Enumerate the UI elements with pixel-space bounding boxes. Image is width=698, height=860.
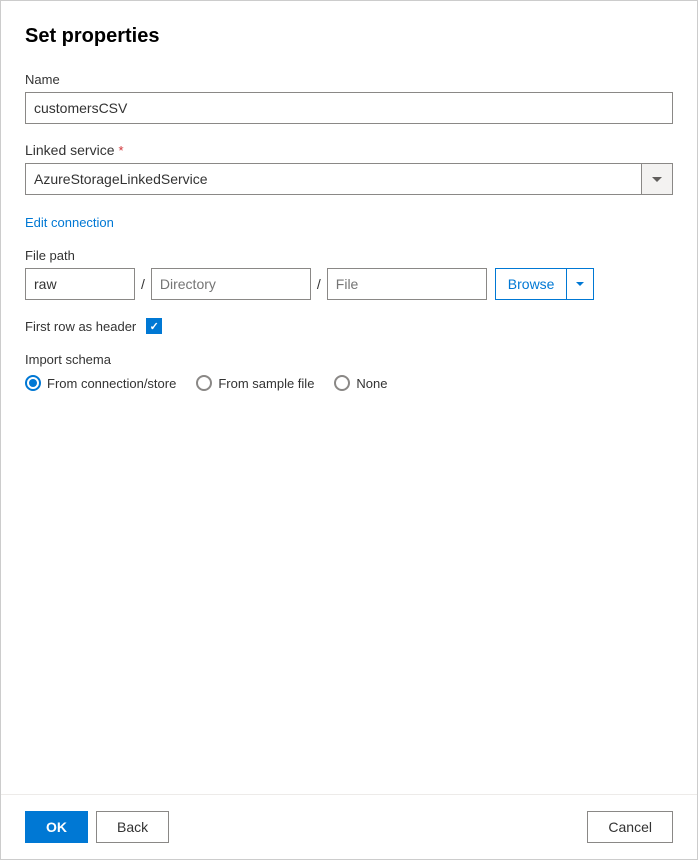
linked-service-dropdown-wrapper: AzureStorageLinkedService <box>25 163 673 195</box>
radio-none[interactable]: None <box>334 375 387 391</box>
file-path-file-input[interactable] <box>327 268 487 300</box>
import-schema-radio-group: From connection/store From sample file N… <box>25 375 673 391</box>
radio-from-connection[interactable]: From connection/store <box>25 375 176 391</box>
import-schema-label: Import schema <box>25 352 673 367</box>
import-schema-group: Import schema From connection/store From… <box>25 352 673 391</box>
browse-btn-group: Browse <box>495 268 595 300</box>
radio-from-connection-circle[interactable] <box>25 375 41 391</box>
first-row-header-label: First row as header <box>25 319 136 334</box>
footer-left: OK Back <box>25 811 169 843</box>
file-path-label: File path <box>25 248 673 263</box>
file-path-directory-input[interactable] <box>151 268 311 300</box>
dialog-body: Set properties Name Linked service * Azu… <box>1 1 697 794</box>
radio-from-sample-file-circle[interactable] <box>196 375 212 391</box>
name-field-group: Name <box>25 72 673 124</box>
set-properties-dialog: Set properties Name Linked service * Azu… <box>0 0 698 860</box>
back-button[interactable]: Back <box>96 811 169 843</box>
browse-dropdown-button[interactable] <box>566 268 594 300</box>
linked-service-field-group: Linked service * AzureStorageLinkedServi… <box>25 142 673 195</box>
browse-button[interactable]: Browse <box>495 268 567 300</box>
dialog-footer: OK Back Cancel <box>1 794 697 859</box>
radio-from-connection-label: From connection/store <box>47 376 176 391</box>
name-label: Name <box>25 72 673 87</box>
file-path-row: / / Browse <box>25 268 673 300</box>
first-row-checkbox-wrapper[interactable] <box>146 318 162 334</box>
radio-from-sample-file[interactable]: From sample file <box>196 375 314 391</box>
name-input[interactable] <box>25 92 673 124</box>
file-path-raw-input[interactable] <box>25 268 135 300</box>
radio-none-label: None <box>356 376 387 391</box>
dialog-title: Set properties <box>25 25 673 48</box>
linked-service-label: Linked service * <box>25 142 673 158</box>
required-indicator: * <box>119 143 124 158</box>
radio-from-sample-file-label: From sample file <box>218 376 314 391</box>
first-row-header-group: First row as header <box>25 318 673 334</box>
first-row-header-checkbox[interactable] <box>146 318 162 334</box>
linked-service-dropdown[interactable]: AzureStorageLinkedService <box>25 163 673 195</box>
file-path-separator-1: / <box>135 268 151 300</box>
file-path-group: File path / / Browse <box>25 248 673 300</box>
file-path-separator-2: / <box>311 268 327 300</box>
edit-connection-link[interactable]: Edit connection <box>25 215 114 230</box>
radio-none-circle[interactable] <box>334 375 350 391</box>
cancel-button[interactable]: Cancel <box>587 811 673 843</box>
ok-button[interactable]: OK <box>25 811 88 843</box>
footer-right: Cancel <box>587 811 673 843</box>
